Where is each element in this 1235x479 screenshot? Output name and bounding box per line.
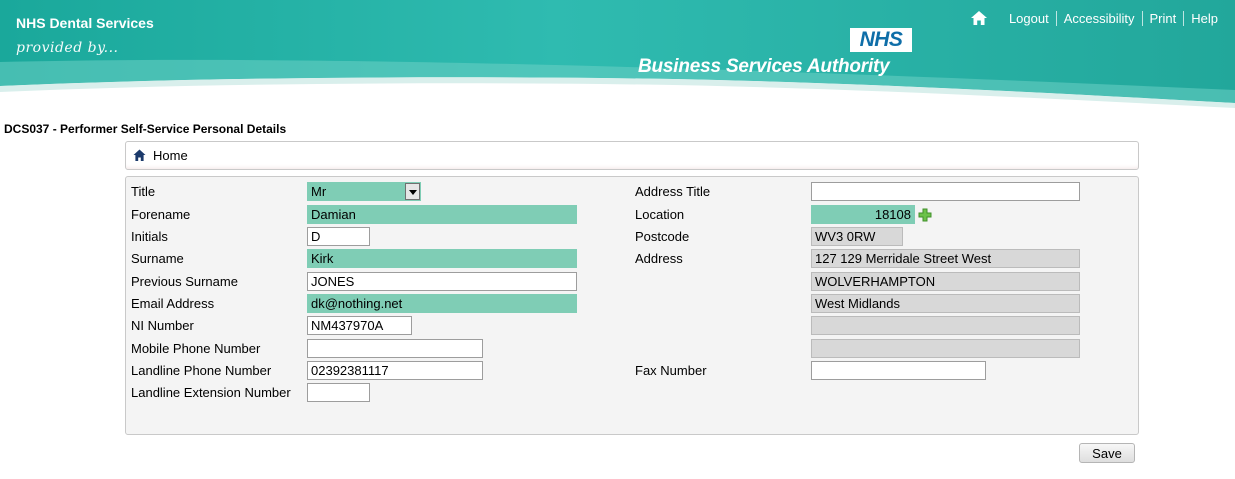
- address-line-2[interactable]: [811, 272, 1080, 291]
- header-banner: NHS Dental Services provided by... NHS B…: [0, 0, 1235, 112]
- previous-surname-label: Previous Surname: [131, 274, 238, 289]
- email-field[interactable]: [307, 294, 577, 313]
- address-line-1[interactable]: [811, 249, 1080, 268]
- address-label: Address: [635, 251, 683, 266]
- nav-divider: [1055, 10, 1057, 26]
- business-services-authority-logo-text: Business Services Authority: [638, 56, 890, 77]
- fax-number-label: Fax Number: [635, 363, 707, 378]
- accessibility-link[interactable]: Accessibility: [1057, 11, 1142, 26]
- surname-field[interactable]: [307, 249, 577, 268]
- top-navigation: Logout Accessibility Print Help: [970, 9, 1225, 27]
- mobile-phone-label: Mobile Phone Number: [131, 341, 261, 356]
- mobile-phone-field[interactable]: [307, 339, 483, 358]
- initials-field[interactable]: [307, 227, 370, 246]
- address-title-label: Address Title: [635, 184, 711, 199]
- location-field[interactable]: [811, 205, 915, 224]
- brand-title: NHS Dental Services: [16, 15, 154, 31]
- plus-icon[interactable]: [918, 208, 932, 222]
- home-icon[interactable]: [970, 9, 988, 27]
- landline-extension-label: Landline Extension Number: [131, 385, 291, 400]
- title-select-value: Mr: [311, 184, 327, 199]
- brand-subtitle: provided by...: [16, 40, 119, 56]
- surname-label: Surname: [131, 251, 184, 266]
- nav-divider: [1183, 10, 1185, 26]
- address-line-5[interactable]: [811, 339, 1080, 358]
- title-select[interactable]: Mr: [307, 182, 421, 201]
- page-title: DCS037 - Performer Self-Service Personal…: [4, 122, 287, 136]
- postcode-field[interactable]: [811, 227, 903, 246]
- previous-surname-field[interactable]: [307, 272, 577, 291]
- home-icon[interactable]: [133, 149, 146, 162]
- personal-details-form: Title Forename Initials Surname Previous…: [125, 176, 1139, 435]
- fax-number-field[interactable]: [811, 361, 986, 380]
- forename-label: Forename: [131, 207, 191, 222]
- forename-field[interactable]: [307, 205, 577, 224]
- landline-phone-label: Landline Phone Number: [131, 363, 272, 378]
- location-label: Location: [635, 207, 685, 222]
- breadcrumb: Home: [125, 141, 1139, 170]
- title-label: Title: [131, 184, 156, 199]
- address-line-3[interactable]: [811, 294, 1080, 313]
- postcode-label: Postcode: [635, 229, 690, 244]
- initials-label: Initials: [131, 229, 168, 244]
- save-button[interactable]: Save: [1079, 443, 1135, 463]
- chevron-down-icon[interactable]: [405, 183, 420, 200]
- ni-number-field[interactable]: [307, 316, 412, 335]
- nhs-logo: NHS: [850, 28, 912, 52]
- ni-number-label: NI Number: [131, 318, 194, 333]
- landline-extension-field[interactable]: [307, 383, 370, 402]
- address-title-field[interactable]: [811, 182, 1080, 201]
- landline-phone-field[interactable]: [307, 361, 483, 380]
- help-link[interactable]: Help: [1184, 11, 1225, 26]
- address-line-4[interactable]: [811, 316, 1080, 335]
- print-link[interactable]: Print: [1143, 11, 1184, 26]
- email-label: Email Address: [131, 296, 215, 311]
- breadcrumb-home-link[interactable]: Home: [153, 148, 188, 163]
- logout-link[interactable]: Logout: [1002, 11, 1056, 26]
- nav-divider: [1141, 10, 1143, 26]
